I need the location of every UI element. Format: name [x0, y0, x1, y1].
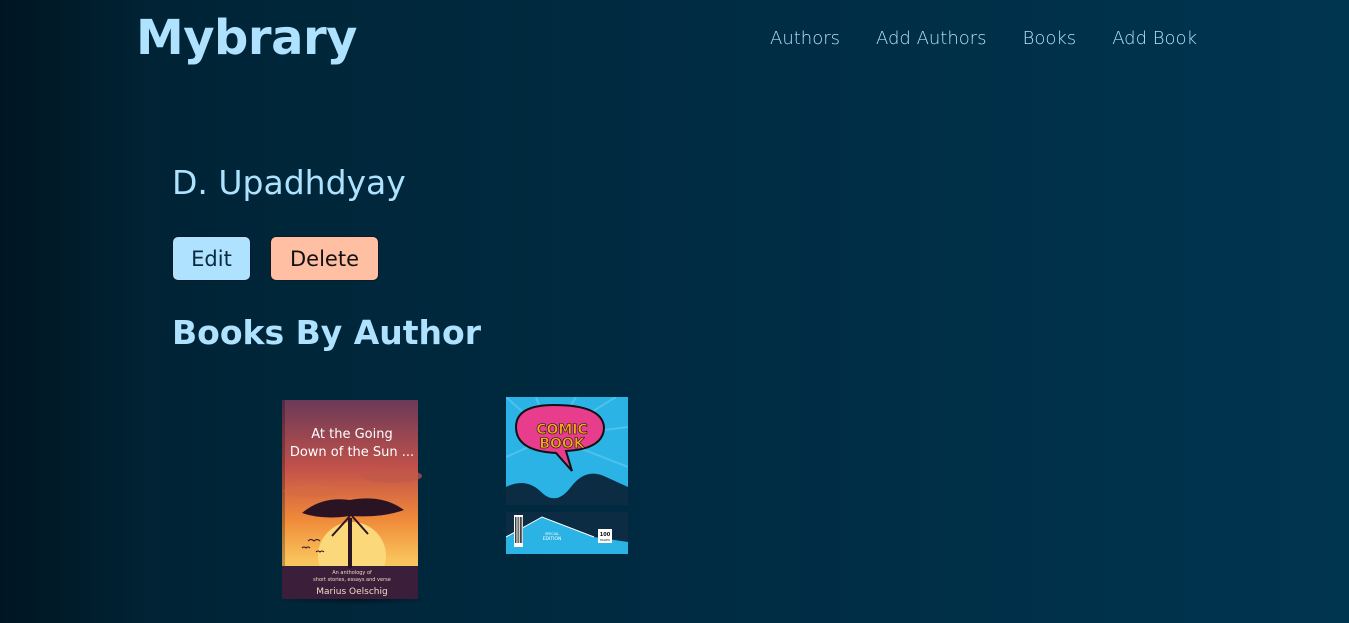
nav-books[interactable]: Books: [1023, 28, 1077, 49]
book-cover-link[interactable]: COMIC BOOK SPECIAL EDITION 100 PAGES: [505, 396, 629, 554]
nav-authors[interactable]: Authors: [770, 28, 840, 49]
book-1-subtitle-line2: short stories, essays and verse: [313, 577, 391, 583]
book-2-title-line2: BOOK: [539, 436, 585, 452]
books-section-title: Books By Author: [172, 313, 481, 352]
nav-add-authors[interactable]: Add Authors: [876, 28, 987, 49]
book-cover-image: COMIC BOOK SPECIAL EDITION 100 PAGES: [505, 396, 629, 554]
main-nav: Authors Add Authors Books Add Book: [770, 28, 1197, 49]
logo[interactable]: Mybrary: [136, 10, 357, 66]
delete-button[interactable]: Delete: [270, 236, 379, 281]
book-2-edition-line2: EDITION: [543, 536, 562, 542]
book-1-title-line2: Down of the Sun ...: [290, 445, 414, 460]
book-2-edition-line1: SPECIAL: [545, 532, 559, 536]
edit-button[interactable]: Edit: [172, 236, 251, 281]
book-cover-image: At the Going Down of the Sun ... An anth…: [275, 400, 435, 605]
nav-add-book[interactable]: Add Book: [1112, 28, 1197, 49]
site-header: Mybrary Authors Add Authors Books Add Bo…: [0, 0, 1349, 84]
book-1-title-line1: At the Going: [311, 427, 393, 442]
book-2-pages-line2: PAGES: [600, 538, 610, 542]
book-1-subtitle-line1: An anthology of: [332, 570, 372, 576]
book-cover-link[interactable]: At the Going Down of the Sun ... An anth…: [272, 396, 438, 605]
book-1-author: Marius Oelschig: [316, 587, 387, 597]
author-name: D. Upadhdyay: [172, 163, 406, 202]
